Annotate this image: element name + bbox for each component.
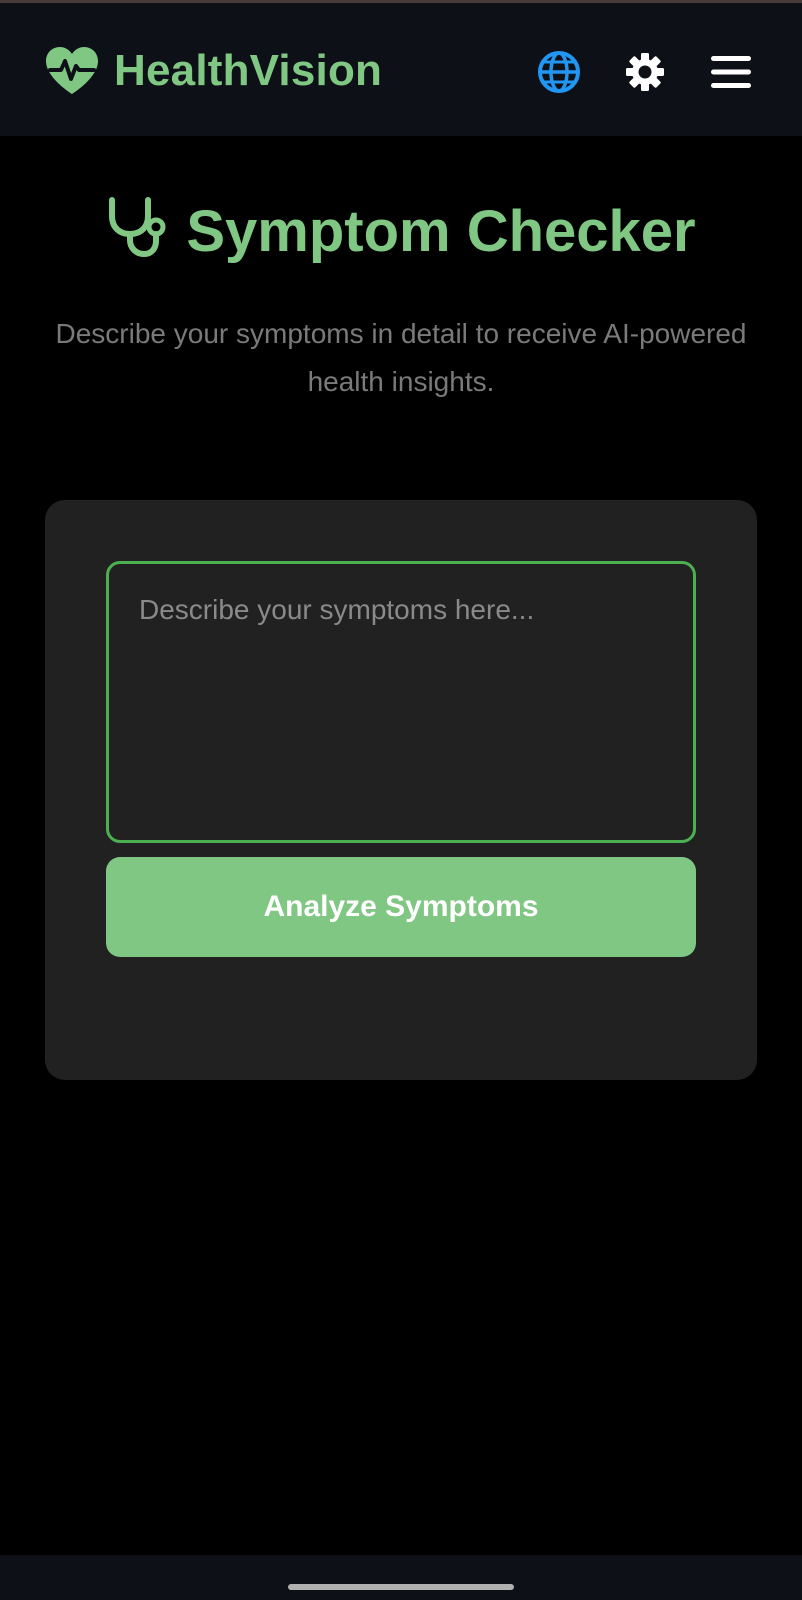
stethoscope-icon — [106, 196, 168, 266]
page-title-text: Symptom Checker — [186, 198, 696, 264]
gear-icon — [625, 52, 665, 92]
menu-button[interactable] — [708, 49, 754, 95]
hamburger-menu-icon — [710, 54, 752, 90]
heart-pulse-icon — [44, 46, 100, 96]
page-title: Symptom Checker — [0, 196, 802, 266]
symptoms-textarea[interactable] — [106, 561, 696, 843]
analyze-symptoms-button[interactable]: Analyze Symptoms — [106, 857, 696, 957]
globe-icon — [537, 50, 581, 94]
app-header: HealthVision — [0, 3, 802, 136]
brand[interactable]: HealthVision — [44, 43, 382, 99]
page-subtitle: Describe your symptoms in detail to rece… — [55, 318, 747, 397]
home-indicator[interactable] — [288, 1584, 514, 1590]
header-actions — [536, 47, 754, 97]
system-navigation-bar — [0, 1555, 802, 1600]
symptom-form-card: Analyze Symptoms — [45, 500, 757, 1080]
brand-name: HealthVision — [114, 46, 383, 95]
settings-button[interactable] — [622, 49, 668, 95]
language-button[interactable] — [536, 49, 582, 95]
